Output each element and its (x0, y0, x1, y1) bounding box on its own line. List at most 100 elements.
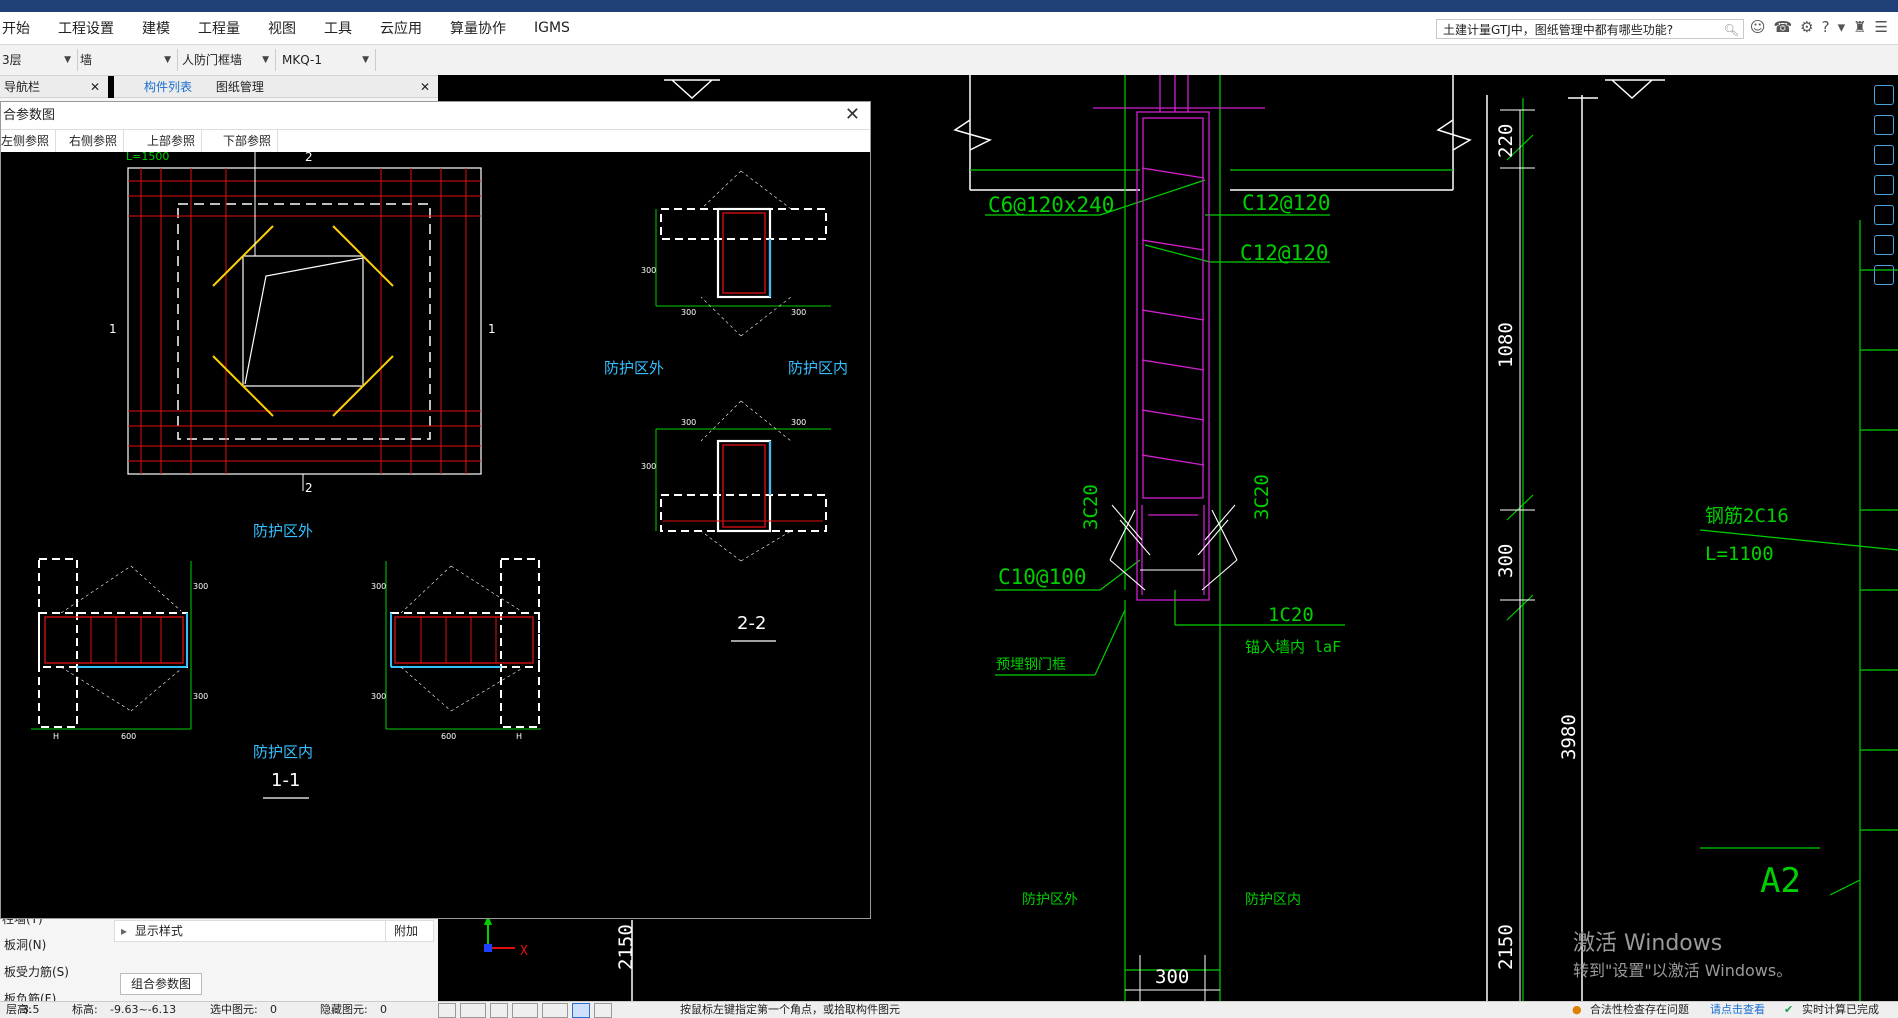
dim-300-t1: 300 (681, 308, 696, 317)
search-icon[interactable]: 🔍︎ (1724, 20, 1739, 40)
section-mark-top: 2 (305, 152, 313, 164)
tab-bottom-ref[interactable]: 下部参照 (217, 130, 279, 152)
close-icon[interactable]: ✕ (90, 76, 100, 98)
headset-icon[interactable]: ☎ (1773, 18, 1792, 36)
activation-watermark-sub: 转到"设置"以激活 Windows。 (1573, 961, 1793, 980)
right-view-toolbar (1870, 85, 1898, 285)
menu-item-collab[interactable]: 算量协作 (436, 18, 520, 38)
dim-220: 220 (1495, 124, 1517, 158)
nav-item-slab-hole[interactable]: 板洞(N) (4, 936, 46, 953)
label-c12-a: C12@120 (1242, 191, 1331, 215)
label-outside: 防护区外 (1022, 892, 1078, 908)
view-3d-icon[interactable] (1874, 115, 1894, 135)
angle-icon[interactable] (512, 1003, 538, 1018)
label-length: L=1100 (1705, 543, 1774, 565)
rect-select-icon[interactable] (460, 1003, 486, 1018)
label-a2: A2 (1760, 861, 1801, 901)
tab-right-ref[interactable]: 右侧参照 (63, 130, 125, 152)
view-2d-icon[interactable] (1874, 85, 1894, 105)
type-select[interactable]: 人防门框墙 ▼ (180, 49, 276, 71)
floor-height-value: 3.5 (22, 1003, 40, 1016)
fullscreen-icon[interactable] (1874, 205, 1894, 225)
activation-watermark-title: 激活 Windows (1573, 931, 1723, 956)
calc-status: 实时计算已完成 (1802, 1003, 1879, 1016)
dim-300-h: 300 (1155, 966, 1189, 988)
menu-item-tools[interactable]: 工具 (310, 18, 366, 38)
validation-link[interactable]: 请点击查看 (1710, 1002, 1765, 1018)
skin-icon[interactable]: ♜ (1853, 18, 1866, 36)
label-c6: C6@120x240 (988, 193, 1114, 217)
nav-item-slab-rebar[interactable]: 板受力筋(S) (4, 963, 69, 980)
floor-select[interactable]: 3层 ▼ (0, 49, 78, 71)
label-c10: C10@100 (998, 565, 1087, 589)
category-select[interactable]: 墙 ▼ (78, 49, 178, 71)
dialog-titlebar: 合参数图 ✕ (1, 102, 870, 130)
zone-inside-2: 防护区内 (788, 359, 848, 377)
label-1c20: 1C20 (1268, 604, 1314, 626)
left-nav-list: 柱墙(Y) 板洞(N) 板受力筋(S) 板负筋(F) (0, 910, 108, 1006)
user-icon[interactable]: ☺ (1750, 18, 1766, 36)
dim-1080: 1080 (1495, 322, 1517, 368)
tab-navigation[interactable]: 导航栏 (0, 80, 40, 94)
dim-300-b2: 300 (791, 418, 806, 427)
label-3c20-a: 3C20 (1080, 484, 1102, 530)
options-icon[interactable]: ☰ (1875, 18, 1888, 36)
component-select[interactable]: MKQ-1 ▼ (280, 49, 376, 71)
label-c12-b: C12@120 (1240, 241, 1329, 265)
dim-300-r1: 300 (371, 582, 386, 591)
menu-item-quantities[interactable]: 工程量 (184, 18, 254, 38)
menu-item-cloud[interactable]: 云应用 (366, 18, 436, 38)
object-snap-icon[interactable] (572, 1003, 590, 1018)
nav-panel-header: 导航栏 ✕ (0, 76, 108, 98)
close-icon[interactable]: ✕ (845, 105, 860, 125)
snap-icon[interactable] (438, 1003, 456, 1018)
axis-x-label: X (520, 944, 528, 959)
rotate-icon[interactable] (1874, 235, 1894, 255)
report-icon[interactable] (1874, 265, 1894, 285)
label-embedded-frame: 预埋钢门框 (996, 657, 1066, 673)
search-text: 土建计量GTJ中，图纸管理中都有哪些功能? (1443, 23, 1674, 37)
dynamic-input-icon[interactable] (594, 1003, 612, 1018)
combined-param-dialog: 合参数图 ✕ 左侧参照 右侧参照 上部参照 下部参照 L=1500 1 1 2 … (0, 101, 871, 919)
cube-icon[interactable] (1874, 145, 1894, 165)
hidden-count-value: 0 (380, 1003, 387, 1016)
dim-300-l1: 300 (193, 582, 208, 591)
menu-item-project-settings[interactable]: 工程设置 (44, 18, 128, 38)
ortho-icon[interactable] (542, 1003, 568, 1018)
section-mark-right: 1 (488, 322, 496, 336)
menu-item-modeling[interactable]: 建模 (128, 18, 184, 38)
combined-param-button[interactable]: 组合参数图 (120, 973, 202, 995)
elevation-label: 标高: (72, 1003, 98, 1016)
menu-item-igms[interactable]: IGMS (520, 20, 584, 36)
plan-length-label: L=1500 (126, 152, 169, 163)
property-row-display-style[interactable]: ▸ 显示样式 附加 (114, 920, 434, 942)
tab-top-ref[interactable]: 上部参照 (141, 130, 203, 152)
status-bar: 层高: 3.5 标高: -9.63~-6.13 选中图元: 0 隐藏图元: 0 … (0, 1001, 1898, 1018)
menu-item-view[interactable]: 视图 (254, 18, 310, 38)
snap-toolbar (438, 1003, 612, 1018)
settings-icon[interactable]: ⚙ (1800, 18, 1813, 36)
dim-2150-right: 2150 (1495, 924, 1517, 970)
section-title-2-2: 2-2 (737, 613, 766, 634)
section-title-1-1: 1-1 (271, 770, 300, 791)
validation-message: 合法性检查存在问题 (1590, 1003, 1689, 1016)
dialog-drawing: L=1500 1 1 2 2 防护区外 防护区内 防护区外 防护区内 1-1 2… (1, 152, 870, 918)
selector-toolbar: 3层 ▼ 墙 ▼ 人防门框墙 ▼ MKQ-1 ▼ (0, 45, 1898, 76)
zone-outside-2: 防护区外 (604, 359, 664, 377)
selected-count-label: 选中图元: (210, 1003, 258, 1016)
cross-icon[interactable] (490, 1003, 508, 1018)
dropdown-icon[interactable]: ▾ (1838, 18, 1846, 36)
tab-component-list[interactable]: 构件列表 (114, 80, 192, 94)
help-search-input[interactable]: 土建计量GTJ中，图纸管理中都有哪些功能? 🔍︎ (1436, 19, 1744, 39)
close-icon[interactable]: ✕ (420, 76, 430, 98)
tab-left-ref[interactable]: 左侧参照 (0, 130, 57, 152)
label-rebar-2c16: 钢筋2C16 (1705, 505, 1789, 527)
box-icon[interactable] (1874, 175, 1894, 195)
dim-h-left: H (53, 732, 59, 741)
dim-300-b3: 300 (641, 462, 656, 471)
dim-300-r2: 300 (371, 692, 386, 701)
help-icon[interactable]: ? (1822, 18, 1830, 36)
dim-600-right: 600 (441, 732, 456, 741)
tab-drawing-management[interactable]: 图纸管理 (196, 80, 264, 94)
menu-item-start[interactable]: 开始 (0, 18, 44, 38)
